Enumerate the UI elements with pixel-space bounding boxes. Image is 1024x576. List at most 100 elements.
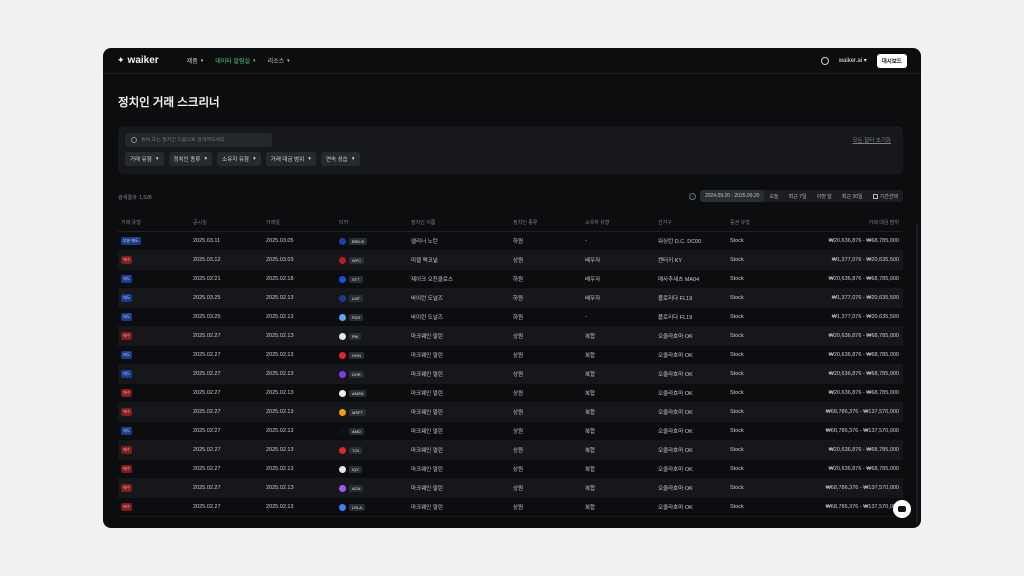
site-selector[interactable]: waiker.ai ▾ <box>839 57 867 64</box>
district-cell: 오클라호마 OK <box>658 410 693 416</box>
search-box[interactable] <box>125 133 272 147</box>
column-header[interactable]: 공시일 <box>190 219 263 226</box>
column-header[interactable]: 선거구 <box>655 219 727 226</box>
date-option-7d[interactable]: 최근 7일 <box>784 190 812 202</box>
column-header[interactable]: 증권 유형 <box>727 219 799 226</box>
table-row[interactable]: 매도 2025.02.27 2025.02.13 HON 마크웨인 멀린 상원 복합 오클라호… <box>118 346 903 365</box>
ticker-cell[interactable]: AMZN <box>336 389 408 397</box>
table-row[interactable]: 매도 2025.02.27 2025.02.13 AMD 마크웨인 멀린 상원 복합 오클라호… <box>118 422 903 441</box>
politician-name-cell[interactable]: 마크웨인 멀린 <box>408 484 510 492</box>
column-header[interactable]: 정치인 이름 <box>408 219 510 226</box>
top-nav: ✦ waiker 제품 ▾ 데이터 알림실 ▾ 리소스 ▾ waiker.ai ▾ 대시… <box>103 48 921 74</box>
ticker-cell[interactable]: MSFT <box>336 408 408 416</box>
table-row[interactable]: 매수 2025.02.27 2025.02.13 ACN 마크웨인 멀린 상원 복합 오클라호… <box>118 479 903 498</box>
filter-chip-streak[interactable]: 연속 성습 ▾ <box>320 152 360 166</box>
trade-type-cell: 매도 <box>118 313 190 321</box>
table-row[interactable]: 매수 2025.03.12 2025.03.03 WFC 미셸 맥코널 상원 배우자 켄터키 … <box>118 251 903 270</box>
politician-name-cell[interactable]: 바이런 도널즈 <box>408 294 510 302</box>
filter-chip-amount-range[interactable]: 거래 대금 범위 ▾ <box>265 152 316 166</box>
politician-name-cell[interactable]: 마크웨인 멀린 <box>408 332 510 340</box>
table-row[interactable]: 매수 2025.02.27 2025.02.13 IQV 마크웨인 멀린 상원 복합 오클라호… <box>118 460 903 479</box>
table-row[interactable]: 매도 2025.03.25 2025.02.13 LMT 바이런 도널즈 하원 배우자 플로리… <box>118 289 903 308</box>
nav-item-resources[interactable]: 리소스 ▾ <box>268 56 290 66</box>
filter-chip-owner-type[interactable]: 소유자 유형 ▾ <box>217 152 261 166</box>
politician-name-cell[interactable]: 마크웨인 멀린 <box>408 408 510 416</box>
ticker-cell[interactable]: LRLA <box>336 503 408 511</box>
politician-name-cell[interactable]: 마크웨인 멀린 <box>408 427 510 435</box>
politician-name-cell[interactable]: 마크웨인 멀린 <box>408 503 510 511</box>
globe-icon[interactable] <box>820 56 829 65</box>
district-cell: 오클라호마 OK <box>658 448 693 454</box>
ticker-cell[interactable]: AMD <box>336 427 408 435</box>
politician-name-cell[interactable]: 마크웨인 멀린 <box>408 389 510 397</box>
table-row[interactable]: 매도 2025.02.21 2025.02.18 STT 제이크 오친클로스 하원 배우자 매… <box>118 270 903 289</box>
district-cell: 플로리다 FL19 <box>658 296 693 302</box>
politician-name-cell[interactable]: 바이런 도널즈 <box>408 313 510 321</box>
table-row[interactable]: 매수 2025.02.27 2025.02.13 LRLA 마크웨인 멀린 상원 복합 오클라… <box>118 498 903 517</box>
column-header[interactable]: 소유자 유형 <box>582 219 655 226</box>
ticker-cell[interactable]: HON <box>336 351 408 359</box>
table-row[interactable]: 매도 2025.03.25 2025.02.13 FDS 바이런 도널즈 하원 - 플로리다 … <box>118 308 903 327</box>
ticker-cell[interactable]: DHR <box>336 370 408 378</box>
date-option-30d[interactable]: 최근 30일 <box>837 190 868 202</box>
ticker-cell[interactable]: LMT <box>336 294 408 302</box>
trade-date-cell: 2025.02.13 <box>266 371 294 377</box>
table-row[interactable]: 매수 2025.02.27 2025.02.13 PM 마크웨인 멀린 상원 복합 오클라호마… <box>118 327 903 346</box>
trade-date-cell: 2025.02.13 <box>266 314 294 320</box>
table-row[interactable]: 매도 2025.02.27 2025.02.13 DHR 마크웨인 멀린 상원 복합 오클라호… <box>118 365 903 384</box>
politician-name-cell[interactable]: 마크웨인 멀린 <box>408 370 510 378</box>
date-range-display[interactable]: 2024.09.20 - 2025.09.20 <box>699 190 765 202</box>
chamber-cell: 상원 <box>513 448 524 454</box>
custom-date-button[interactable]: 기간선택 <box>868 190 903 202</box>
column-header[interactable]: 거래일 <box>263 219 336 226</box>
owner-type-cell: 복합 <box>585 410 596 416</box>
trade-type-cell: 매수 <box>118 484 190 492</box>
ticker-cell[interactable]: WFC <box>336 256 408 264</box>
ticker-cell[interactable]: PM <box>336 332 408 340</box>
chevron-down-icon: ▾ <box>204 156 208 162</box>
table-row[interactable]: 매수 2025.02.27 2025.02.13 AMZN 마크웨인 멀린 상원 복합 오클라… <box>118 384 903 403</box>
politician-name-cell[interactable]: 미셸 맥코널 <box>408 256 510 264</box>
ticker-cell[interactable]: IQV <box>336 465 408 473</box>
amount-range-cell: ₩20,636,876 - ₩68,785,000 <box>828 447 899 453</box>
trade-type-badge: 매도 <box>121 427 133 435</box>
logo[interactable]: ✦ waiker <box>117 55 159 66</box>
column-header[interactable]: 정치인 종류 <box>510 219 582 226</box>
chat-button[interactable] <box>893 500 911 518</box>
filter-chip-trade-type[interactable]: 거래 유형 ▾ <box>125 152 164 166</box>
search-input[interactable] <box>141 137 266 143</box>
politician-name-cell[interactable]: 마크웨인 멀린 <box>408 446 510 454</box>
ticker-badge: IQV <box>349 465 362 473</box>
asset-type-cell: Stock <box>730 371 744 377</box>
column-header[interactable]: 거래 대금 범위 <box>799 219 903 226</box>
nav-item-product[interactable]: 제품 ▾ <box>187 56 204 66</box>
ticker-cell[interactable]: STT <box>336 275 408 283</box>
filed-date-cell: 2025.02.27 <box>193 371 221 377</box>
table-row[interactable]: 매수 2025.02.27 2025.02.13 MSFT 마크웨인 멀린 상원 복합 오클라… <box>118 403 903 422</box>
reset-filters-link[interactable]: 모든 필터 초기화 <box>853 136 891 144</box>
politician-name-cell[interactable]: 엘리너 노턴 <box>408 237 510 245</box>
asset-type-cell: Stock <box>730 447 744 453</box>
trade-date-cell: 2025.02.13 <box>266 333 294 339</box>
date-option-today[interactable]: 오늘 <box>764 190 783 202</box>
ticker-cell[interactable]: BRK.B <box>336 237 408 245</box>
table-row[interactable]: 매수 2025.02.27 2025.02.13 TJX 마크웨인 멀린 상원 복합 오클라호… <box>118 441 903 460</box>
ticker-cell[interactable]: ACN <box>336 484 408 492</box>
ticker-cell[interactable]: TJX <box>336 446 408 454</box>
politician-name-cell[interactable]: 마크웨인 멀린 <box>408 465 510 473</box>
table-row[interactable]: 부분 매도 2025.03.11 2025.03.05 BRK.B 엘리너 노턴 하원 - 워… <box>118 232 903 251</box>
ticker-cell[interactable]: FDS <box>336 313 408 321</box>
date-option-month[interactable]: 이번 달 <box>812 190 837 202</box>
chamber-cell: 상원 <box>513 429 524 435</box>
filter-chip-politician-type[interactable]: 정치인 종류 ▾ <box>168 152 213 166</box>
column-header[interactable]: 거래 유형 <box>118 219 190 226</box>
chevron-down-icon: ▾ <box>287 57 290 64</box>
nav-item-data[interactable]: 데이터 알림실 ▾ <box>215 56 255 66</box>
politician-name-cell[interactable]: 제이크 오친클로스 <box>408 275 510 283</box>
filed-date-cell: 2025.02.27 <box>193 504 221 510</box>
scrollbar[interactable] <box>916 223 918 523</box>
help-icon[interactable]: ? <box>688 192 696 200</box>
dashboard-button[interactable]: 대시보드 <box>876 53 907 68</box>
politician-name-cell[interactable]: 마크웨인 멀린 <box>408 351 510 359</box>
column-header[interactable]: 티커 <box>336 219 408 226</box>
